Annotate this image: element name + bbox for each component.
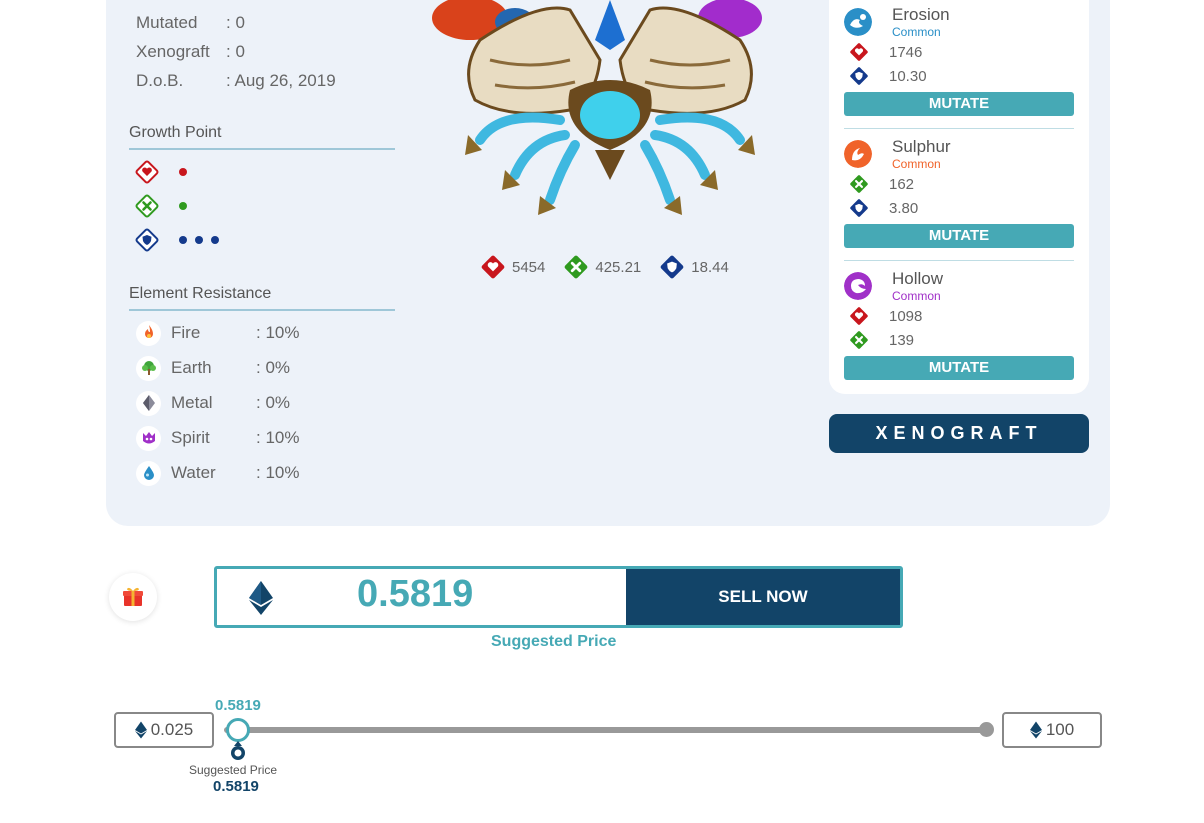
mutate-button-hollow[interactable]: MUTATE xyxy=(844,356,1074,380)
shield-icon xyxy=(135,228,159,252)
mutation-card: Erosion Common 1746 10.30 MUTATE Sulphur… xyxy=(829,0,1089,394)
gift-icon xyxy=(123,587,143,606)
growth-row-attack xyxy=(135,194,187,218)
suggested-price-marker-label: Suggested Price xyxy=(189,763,278,777)
mutate-button-erosion[interactable]: MUTATE xyxy=(844,92,1074,116)
slider-current-value: 0.5819 xyxy=(215,697,261,714)
suggested-price-label: Suggested Price xyxy=(491,633,617,650)
erosion-icon xyxy=(844,8,872,36)
mutation-stat-attack: 139 xyxy=(849,328,1074,352)
mutation-sulphur: Sulphur Common 162 3.80 MUTATE xyxy=(844,138,1074,248)
info-xenograft: Xenograft: 0 xyxy=(136,42,245,61)
price-slider-track[interactable] xyxy=(224,727,986,733)
xenograft-button[interactable]: XENOGRAFT xyxy=(829,414,1089,453)
shield-icon xyxy=(850,199,868,217)
stat-hp: 5454 xyxy=(480,254,545,280)
resistance-spirit: Spirit : 10% xyxy=(136,425,299,451)
attack-icon xyxy=(850,175,868,193)
attack-icon xyxy=(135,194,159,218)
info-dob: D.o.B.: Aug 26, 2019 xyxy=(136,71,336,90)
growth-row-defense xyxy=(135,228,219,252)
heart-icon xyxy=(135,160,159,184)
price-value: 0.5819 xyxy=(357,573,474,615)
monster-stats: 5454 425.21 18.44 xyxy=(480,254,729,280)
heart-icon xyxy=(850,307,868,325)
sell-now-button[interactable]: SELL NOW xyxy=(626,569,900,625)
resistance-earth: Earth : 0% xyxy=(136,355,290,381)
heart-icon xyxy=(481,255,505,279)
resistance-water: Water : 10% xyxy=(136,460,299,486)
attack-icon xyxy=(850,331,868,349)
growth-row-hp xyxy=(135,160,187,184)
ethereum-icon xyxy=(249,581,273,615)
resistance-fire: Fire : 10% xyxy=(136,320,299,346)
resistance-metal: Metal : 0% xyxy=(136,390,290,416)
growth-point-title: Growth Point xyxy=(129,124,395,150)
info-mutated: Mutated: 0 xyxy=(136,13,245,32)
growth-dots xyxy=(179,202,187,210)
ethereum-icon xyxy=(134,721,147,739)
mutate-button-sulphur[interactable]: MUTATE xyxy=(844,224,1074,248)
mutation-stat-hp: 1098 xyxy=(849,304,1074,328)
mutation-erosion: Erosion Common 1746 10.30 MUTATE xyxy=(844,6,1074,116)
earth-icon xyxy=(136,355,161,381)
suggested-price-marker-icon xyxy=(231,741,245,760)
hollow-icon xyxy=(844,272,872,300)
price-slider-thumb[interactable] xyxy=(226,718,250,742)
mutation-stat-defense: 10.30 xyxy=(849,64,1074,88)
growth-dots xyxy=(179,236,219,244)
water-icon xyxy=(136,460,161,486)
ethereum-icon xyxy=(1029,721,1042,739)
stat-defense: 18.44 xyxy=(659,254,729,280)
suggested-price-marker-value: 0.5819 xyxy=(213,778,259,795)
monster-image xyxy=(432,0,762,215)
attack-icon xyxy=(565,255,588,279)
shield-icon xyxy=(660,255,684,279)
price-box: 0.5819 SELL NOW xyxy=(214,566,903,628)
fire-icon xyxy=(136,320,161,346)
heart-icon xyxy=(850,43,868,61)
divider xyxy=(844,128,1074,129)
element-resistance-title: Element Resistance xyxy=(129,285,395,311)
stat-attack: 425.21 xyxy=(563,254,641,280)
shield-icon xyxy=(850,67,868,85)
mutation-stat-attack: 162 xyxy=(849,172,1074,196)
spirit-icon xyxy=(136,425,161,451)
gift-button[interactable] xyxy=(109,573,157,621)
mutation-stat-defense: 3.80 xyxy=(849,196,1074,220)
price-slider-end xyxy=(979,722,994,737)
mutation-stat-hp: 1746 xyxy=(849,40,1074,64)
mutation-hollow: Hollow Common 1098 139 MUTATE xyxy=(844,270,1074,380)
divider xyxy=(844,260,1074,261)
growth-dots xyxy=(179,168,187,176)
slider-max-value: 100 xyxy=(1002,712,1102,748)
slider-min-value: 0.025 xyxy=(114,712,214,748)
metal-icon xyxy=(136,390,161,416)
sulphur-icon xyxy=(844,140,872,168)
